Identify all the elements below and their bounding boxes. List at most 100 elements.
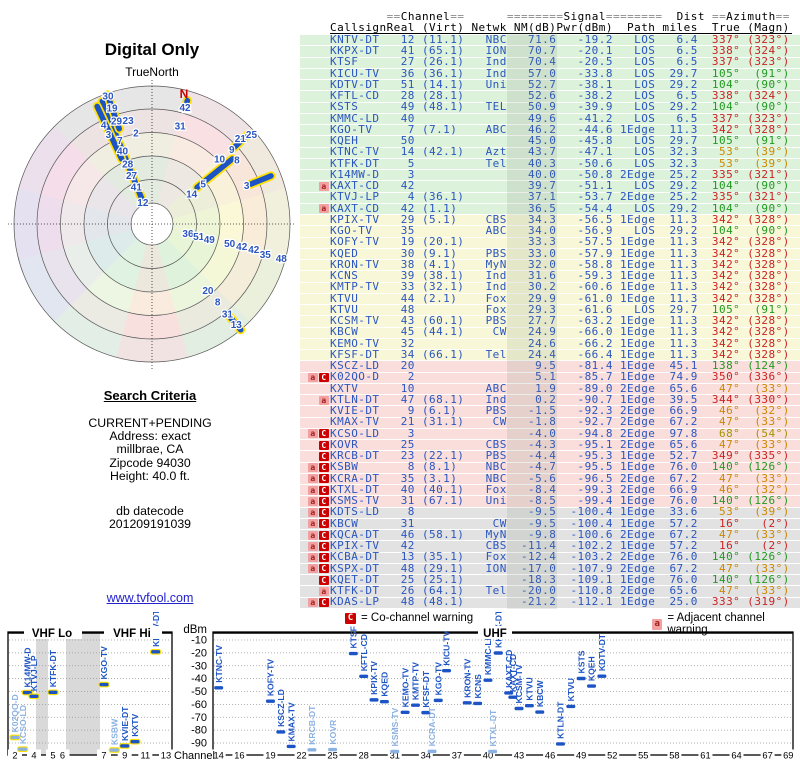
signal-bar (29, 694, 39, 698)
adjacent-warning-badge: a (308, 485, 318, 495)
search-criteria: Search Criteria CURRENT+PENDING Address:… (0, 388, 300, 531)
channel-axis-label: Channel (174, 750, 215, 762)
channel-tick-label: 11 (140, 751, 150, 761)
channel-tick-label: 4 (31, 751, 36, 761)
radar-channel-label: 29 (111, 116, 123, 127)
channel-tick-label: 7 (101, 751, 106, 761)
radar-channel-label: 25 (246, 130, 258, 141)
adjacent-warning-badge: a (308, 519, 318, 529)
channel-tick-label: 55 (638, 751, 648, 761)
adjacent-warning-badge: a (319, 586, 329, 596)
spectrum-callsign-label: KRCB-DT (307, 705, 317, 745)
spectrum-callsign-label: KFTL-CD (359, 634, 369, 671)
adjacent-warning-badge: a (308, 530, 318, 540)
criteria-line: millbrae, CA (116, 442, 184, 457)
adjacent-warning-badge: a (308, 508, 318, 518)
spectrum-callsign-label: KDTV-DT (597, 633, 607, 671)
spectrum-callsign-label: KQED (380, 672, 390, 697)
signal-bar (328, 747, 338, 752)
radar-channel-label: 2 (133, 128, 139, 139)
radar-channel-label: 3 (244, 181, 250, 192)
signal-bar (151, 650, 161, 654)
spectrum-callsign-label: KTVJ-LP (29, 655, 39, 691)
channel-tick-label: 13 (161, 751, 171, 761)
signal-bar (483, 678, 493, 682)
radar-channel-label: 5 (200, 180, 206, 191)
radar-channel-label: 42 (236, 242, 248, 253)
channel-tick-label: 28 (359, 751, 369, 761)
channel-tick-label: 64 (731, 751, 741, 761)
signal-bar (535, 710, 545, 714)
signal-bar (348, 651, 358, 656)
true-azimuth: 333° (697, 595, 741, 609)
radar-channel-label: 19 (106, 103, 118, 114)
signal-bar (410, 703, 420, 707)
channel-tick-label: 19 (265, 751, 275, 761)
channel-tick-label: 16 (234, 751, 244, 761)
signal-bar (99, 682, 109, 687)
spectrum-callsign-label: KGO-TV (99, 646, 109, 680)
radar-channel-label: 48 (276, 254, 288, 265)
co-channel-warning-badge: C (319, 519, 329, 529)
radar-channel-label: 31 (175, 121, 187, 132)
radar-channel-label: 20 (202, 286, 214, 297)
signal-bar (307, 748, 317, 752)
signal-bar (120, 744, 130, 748)
adjacent-warning-badge: a (308, 553, 318, 563)
channel-tick-label: 49 (576, 751, 586, 761)
channel-tick-label: 61 (700, 751, 710, 761)
spectrum-callsign-label: KPIX-TV (369, 661, 379, 695)
signal-bar (488, 749, 498, 754)
dbm-tick-label: -40 (191, 673, 207, 685)
radar-channel-label: 42 (248, 245, 260, 256)
radar-chart-title: Digital Only (104, 40, 200, 59)
channel-tick-label: 22 (296, 751, 306, 761)
vhf-lo-band-label: VHF Lo (32, 628, 72, 640)
radar-channel-label: 3 (106, 130, 112, 141)
spectrum-callsign-label: KTXL-DT (488, 709, 498, 747)
radar-channel-label: 28 (122, 159, 134, 170)
channel-tick-label: 9 (122, 751, 127, 761)
channel-tick-label: 69 (783, 751, 793, 761)
search-criteria-heading: Search Criteria (103, 388, 197, 403)
spectrum-callsign-label: KTLN-DT (556, 701, 566, 739)
radar-channel-label: 35 (260, 250, 272, 261)
signal-bar (566, 704, 576, 709)
tvfool-link[interactable]: www.tvfool.com (107, 591, 194, 605)
channel-tick-label: 58 (669, 751, 679, 761)
co-channel-warning-badge: C (319, 575, 329, 585)
spectrum-callsign-label: KTSF (349, 626, 359, 648)
table-row: a C KDAS-LP 48 (48.1) -21.2 -112.1 1Edge 2… (300, 595, 800, 609)
spectrum-callsign-label: KOVR (328, 719, 338, 745)
spectrum-callsign-label: KGO-TV (433, 662, 443, 696)
criteria-line: Height: 40.0 ft. (110, 468, 190, 483)
radar-channel-label: 50 (224, 239, 236, 250)
spectrum-callsign-label: KTNC-TV (214, 645, 224, 683)
spectrum-callsign-label: KRON-TV (462, 658, 472, 697)
spectrum-chart: -10-20-30-40-50-60-70-80-90 2 4 5 6 7 9 11 13 14… (7, 612, 796, 762)
spectrum-callsign-label: KEMO-TV (400, 667, 410, 707)
channel-tick-label: 25 (327, 751, 337, 761)
tvfool-report: { "colors": { "row_text_blue": "#2b56c0"… (0, 0, 800, 768)
signal-bar (369, 698, 379, 702)
radar-channel-label: 21 (235, 134, 247, 145)
adjacent-warning-badge: a (308, 598, 318, 608)
co-channel-warning-badge: C (319, 429, 329, 439)
radar-channel-label: 10 (214, 154, 226, 165)
signal-bar (390, 749, 400, 754)
signal-bar (359, 674, 369, 679)
spectrum-callsign-label: KMMC-LD (483, 634, 493, 675)
radar-channel-label: 12 (137, 198, 149, 209)
co-channel-warning-badge: C (319, 496, 329, 506)
dbm-tick-label: -70 (191, 712, 207, 724)
channel-tick-label: 46 (545, 751, 555, 761)
co-channel-warning-badge: C (319, 564, 329, 574)
adjacent-warning-badge: a (308, 474, 318, 484)
spectrum-callsign-label: KMAX-TV (286, 702, 296, 741)
co-channel-warning-badge: C (319, 474, 329, 484)
signal-bar (462, 701, 472, 705)
spectrum-axis-ticks: 2 4 5 6 7 9 11 13 14 16 19 22 25 28 31 34 37 40 43 46 49 52 55… (8, 749, 796, 761)
co-channel-warning-badge: C (319, 553, 329, 563)
spectrum-callsign-label: KCSM-TV (514, 664, 524, 703)
magnetic-north-label: N (180, 87, 189, 101)
